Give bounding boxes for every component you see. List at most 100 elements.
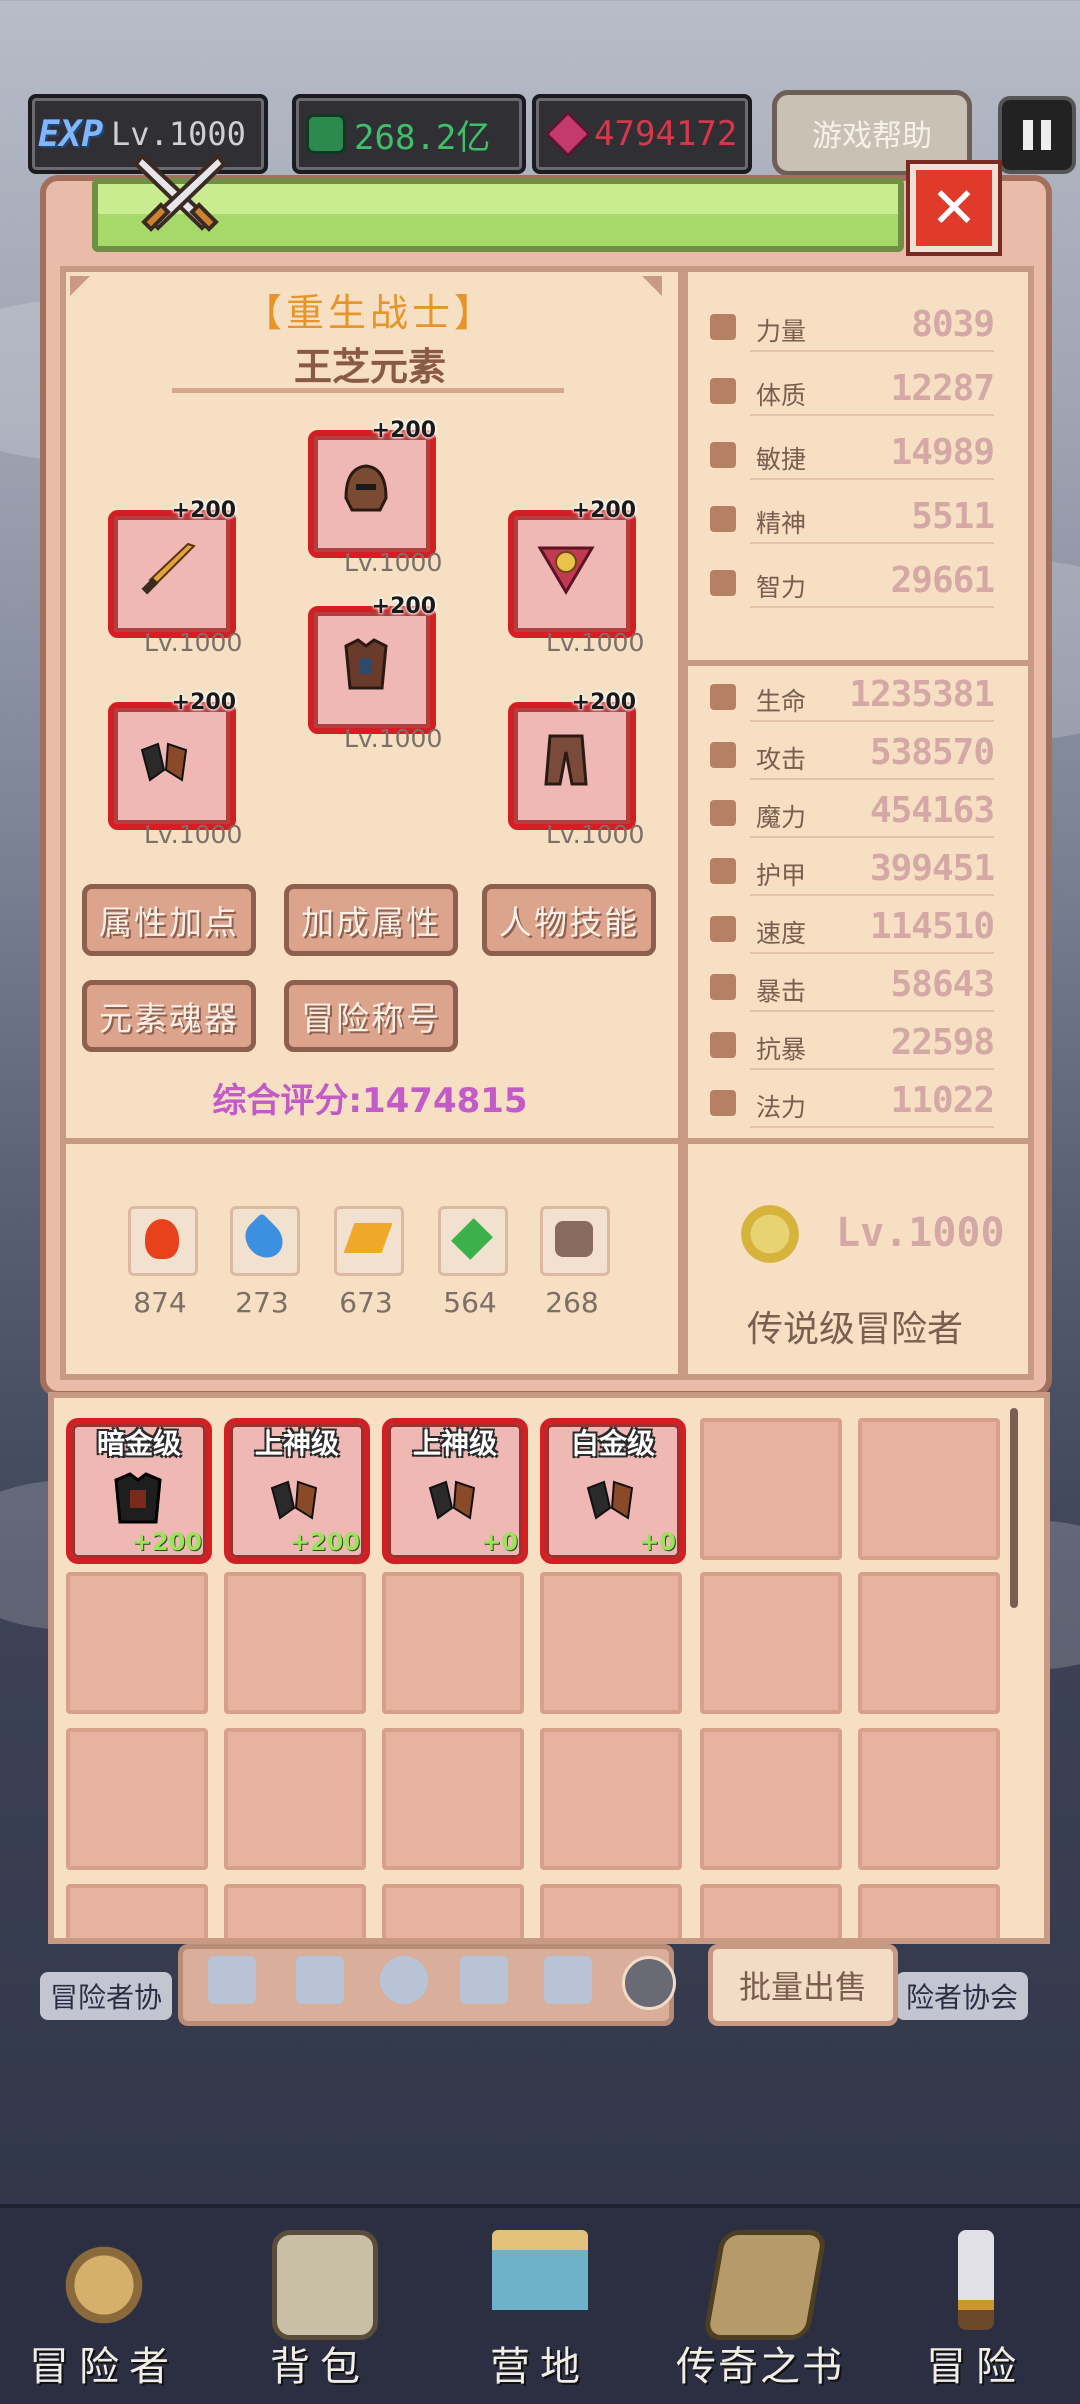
nav-camp[interactable]: 营地 <box>440 2204 640 2400</box>
pants-slot[interactable]: +200 <box>508 690 636 830</box>
inventory-slot-empty[interactable] <box>858 1884 1000 1938</box>
pause-icon <box>1023 120 1033 150</box>
close-button[interactable]: ✕ <box>906 160 1002 256</box>
inventory-slot-empty[interactable] <box>382 1572 524 1714</box>
sword-icon <box>710 742 736 768</box>
inventory-slot-empty[interactable] <box>382 1884 524 1938</box>
stat-crit-resist: 抗暴 22598 <box>710 1020 995 1074</box>
item-enhance: +0 <box>639 1528 676 1556</box>
nav-backpack[interactable]: 背包 <box>220 2204 420 2400</box>
inventory-slot-empty[interactable] <box>66 1572 208 1714</box>
crit-icon <box>710 974 736 1000</box>
adventure-title-button[interactable]: 冒险称号 <box>284 980 458 1052</box>
inventory-slot-empty[interactable] <box>700 1728 842 1870</box>
helmet-icon <box>56 2230 152 2330</box>
bonus-attr-button[interactable]: 加成属性 <box>284 884 458 956</box>
enhance-level: +200 <box>571 690 636 715</box>
ruby-currency: 4794172 <box>532 94 752 174</box>
water-element-value: 273 <box>235 1286 289 1319</box>
nature-element-value: 564 <box>443 1286 497 1319</box>
close-icon: ✕ <box>930 175 978 241</box>
inventory-item[interactable]: 暗金级 +200 <box>66 1418 212 1564</box>
rank-badge-icon <box>722 1186 818 1282</box>
nav-label: 冒险者 <box>29 2344 179 2390</box>
head-slot[interactable]: +200 <box>308 418 436 558</box>
ruby-amount: 4794172 <box>594 114 738 154</box>
stat-speed: 速度 114510 <box>710 904 995 958</box>
inventory-item[interactable]: 上神级 +200 <box>224 1418 370 1564</box>
nav-adventure[interactable]: 冒险 <box>876 2204 1076 2400</box>
inventory-item[interactable]: 上神级 +0 <box>382 1418 528 1564</box>
item-tier: 上神级 <box>412 1427 497 1460</box>
gloves-slot[interactable]: +200 <box>108 690 236 830</box>
weapon-tab-icon[interactable] <box>208 1956 256 2004</box>
shield-icon <box>710 858 736 884</box>
inventory-slot-empty[interactable] <box>700 1418 842 1560</box>
weapon-level: Lv.1000 <box>144 628 243 657</box>
stat-constitution: 体质 12287 <box>710 366 995 420</box>
inventory-scrollbar[interactable] <box>1010 1408 1018 1608</box>
inventory-slot-empty[interactable] <box>66 1728 208 1870</box>
fire-element-icon <box>128 1206 198 1276</box>
star-icon <box>710 1090 736 1116</box>
guild-label-right: 险者协会 <box>896 1972 1029 2020</box>
gloves-item-icon <box>428 1480 476 1520</box>
inventory-slot-empty[interactable] <box>540 1728 682 1870</box>
inventory-slot-empty[interactable] <box>540 1572 682 1714</box>
inventory-slot-empty[interactable] <box>66 1884 208 1938</box>
helmet-tab-icon[interactable] <box>380 1956 428 2004</box>
stat-agility: 敏捷 14989 <box>710 430 995 484</box>
inventory-slot-empty[interactable] <box>540 1884 682 1938</box>
enhance-level: +200 <box>371 418 436 443</box>
boot-icon <box>710 916 736 942</box>
guild-label-left: 冒险者协 <box>40 1972 173 2020</box>
weapon-slot[interactable]: +200 <box>108 498 236 638</box>
inventory-slot-empty[interactable] <box>700 1572 842 1714</box>
pants-tab-icon[interactable] <box>544 1956 592 2004</box>
amulet-item-icon <box>537 546 595 595</box>
char-skills-button[interactable]: 人物技能 <box>482 884 656 956</box>
inventory-slot-empty[interactable] <box>858 1418 1000 1560</box>
item-enhance: +0 <box>481 1528 518 1556</box>
inventory-slot-empty[interactable] <box>224 1884 366 1938</box>
player-level: Lv.1000 <box>111 115 246 153</box>
fire-element-value: 874 <box>133 1286 187 1319</box>
inventory-slot-empty[interactable] <box>700 1884 842 1938</box>
amulet-slot[interactable]: +200 <box>508 498 636 638</box>
pants-item-icon <box>544 734 588 786</box>
gloves-item-icon <box>140 742 188 782</box>
nav-legend-book[interactable]: 传奇之书 <box>660 2204 860 2400</box>
character-class: 【重生战士】 <box>243 291 496 335</box>
armor-tab-icon[interactable] <box>460 1956 508 2004</box>
rank-level: Lv.1000 <box>836 1210 1005 1256</box>
stat-spirit: 精神 5511 <box>710 494 995 548</box>
heart-icon <box>710 684 736 710</box>
armor-slot[interactable]: +200 <box>308 594 436 734</box>
ring-tab-icon[interactable] <box>622 1956 676 2010</box>
item-tier: 上神级 <box>254 1427 339 1460</box>
nav-label: 传奇之书 <box>676 2344 844 2390</box>
inventory-slot-empty[interactable] <box>224 1728 366 1870</box>
inventory-slot-empty[interactable] <box>382 1728 524 1870</box>
inventory-slot-empty[interactable] <box>224 1572 366 1714</box>
enhance-level: +200 <box>171 498 236 523</box>
divider <box>172 388 564 393</box>
nav-adventurer[interactable]: 冒险者 <box>4 2204 204 2400</box>
intelligence-icon <box>710 570 736 596</box>
nature-element-icon <box>438 1206 508 1276</box>
element-soul-button[interactable]: 元素魂器 <box>82 980 256 1052</box>
pause-button[interactable] <box>998 96 1076 174</box>
character-name: 王芝元素 <box>293 345 446 389</box>
inventory-item[interactable]: 白金级 +0 <box>540 1418 686 1564</box>
backpack-icon <box>272 2230 378 2340</box>
agility-icon <box>710 442 736 468</box>
shield-tab-icon[interactable] <box>296 1956 344 2004</box>
stat-mana: 法力 11022 <box>710 1078 995 1132</box>
bulk-sell-button[interactable]: 批量出售 <box>708 1944 898 2026</box>
stat-attack: 攻击 538570 <box>710 730 995 784</box>
inventory-slot-empty[interactable] <box>858 1572 1000 1714</box>
inventory-slot-empty[interactable] <box>858 1728 1000 1870</box>
armor-item-icon <box>344 638 388 690</box>
attr-points-button[interactable]: 属性加点 <box>82 884 256 956</box>
strength-icon <box>710 314 736 340</box>
